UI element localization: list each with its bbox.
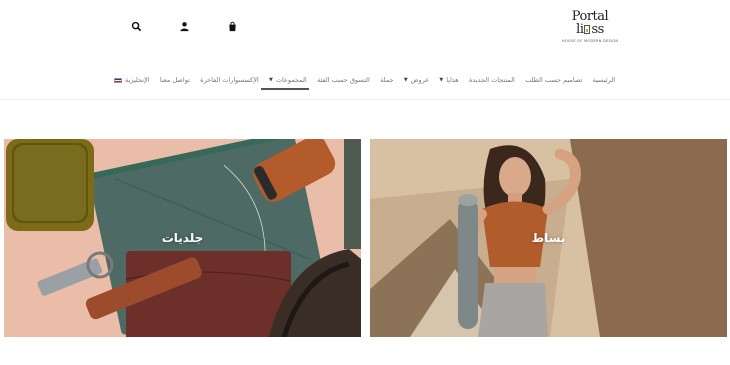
nav-item-6[interactable]: التسوق حسب الفئة	[315, 74, 372, 86]
header-icons	[130, 19, 238, 33]
nav-item-9[interactable]: تواصل معنا	[158, 74, 192, 86]
nav-item-label: الإنجليزية	[125, 76, 150, 84]
site-logo[interactable]: Portal li ss HOUSE OF MODERN DESIGN	[562, 10, 618, 50]
cart-icon[interactable]	[226, 19, 238, 33]
nav-item-label: التسوق حسب الفئة	[317, 76, 370, 84]
nav-item-label: تصاميم حسب الطلب	[525, 76, 583, 84]
search-icon[interactable]	[130, 19, 142, 33]
site-header: Portal li ss HOUSE OF MODERN DESIGN الرئي…	[0, 0, 730, 100]
nav-item-0[interactable]: الرئيسية	[591, 74, 617, 86]
user-icon[interactable]	[178, 19, 190, 33]
logo-word-bottom: ss	[591, 22, 604, 37]
nav-item-8[interactable]: الإكسسوارات الفاخرة	[198, 74, 261, 86]
nav-item-label: الرئيسية	[592, 76, 615, 84]
banner-title-leather: جلديات	[161, 231, 204, 245]
chevron-down-icon: ▼	[403, 77, 408, 83]
logo-mark	[584, 25, 591, 34]
nav-item-label: الإكسسوارات الفاخرة	[200, 76, 259, 84]
nav-item-label: عروض	[410, 76, 430, 84]
nav-item-1[interactable]: تصاميم حسب الطلب	[523, 74, 584, 86]
nav-item-4[interactable]: عروض ▼	[402, 74, 431, 86]
nav-item-5[interactable]: جملة	[378, 74, 395, 86]
logo-word-top: Portal	[571, 9, 609, 24]
main-nav: الرئيسية تصاميم حسب الطلب المنتجات الجديدة…	[112, 72, 617, 90]
banner-leather[interactable]: جلديات	[4, 139, 361, 337]
nav-item-2[interactable]: المنتجات الجديدة	[467, 74, 517, 86]
banner-yoga-mat[interactable]: بساط	[370, 139, 727, 337]
banner-title-yoga: بساط	[531, 231, 566, 245]
nav-item-label: تواصل معنا	[159, 76, 190, 84]
nav-item-3[interactable]: هدايا ▼	[437, 74, 460, 86]
nav-item-label: المنتجات الجديدة	[469, 76, 515, 84]
nav-item-10[interactable]: الإنجليزية	[112, 74, 152, 86]
uk-flag-icon	[114, 77, 123, 83]
nav-item-label: المجموعات	[275, 76, 307, 84]
nav-item-label: جملة	[380, 76, 394, 84]
nav-item-7[interactable]: المجموعات ▼	[261, 74, 309, 90]
chevron-down-icon: ▼	[439, 77, 444, 83]
logo-tagline: HOUSE OF MODERN DESIGN	[562, 39, 619, 43]
category-banners: جلديات بساط	[0, 139, 730, 337]
chevron-down-icon: ▼	[269, 77, 273, 83]
nav-item-label: هدايا	[446, 76, 459, 84]
